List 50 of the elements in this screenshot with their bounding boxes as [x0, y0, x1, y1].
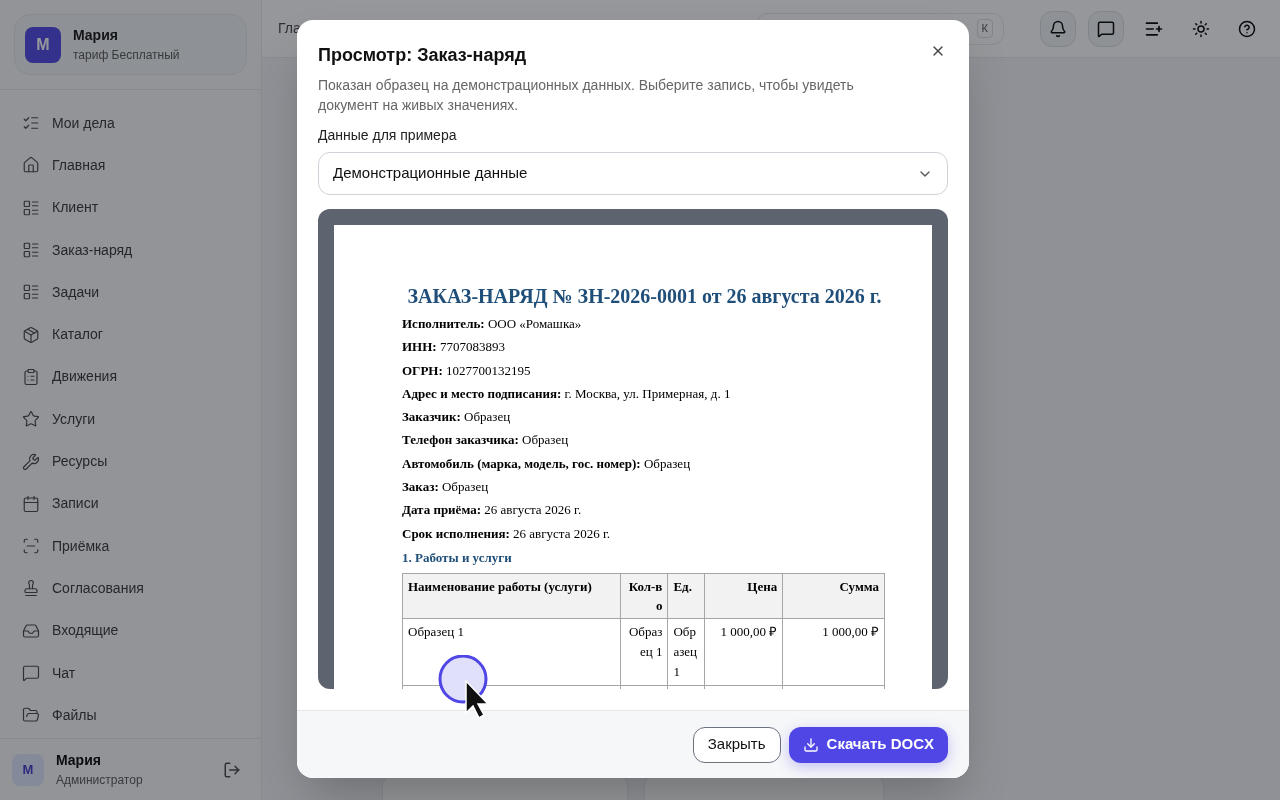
sidebar-item[interactable]: Движения — [12, 355, 249, 399]
avatar: М — [12, 753, 44, 786]
sidebar-item[interactable]: Чат — [12, 651, 249, 695]
close-button[interactable]: Закрыть — [692, 726, 781, 763]
select-field[interactable]: Демонстрационные данные — [318, 152, 948, 195]
profile-name: Мария — [73, 26, 119, 45]
document-field: Исполнитель: ООО «Ромашка» — [402, 312, 887, 336]
sidebar-item[interactable]: Приёмка — [12, 524, 249, 568]
table-cell: Образец 1 — [620, 618, 668, 686]
sidebar-item[interactable]: Согласования — [12, 567, 249, 610]
sidebar-item[interactable]: Записи — [12, 482, 249, 525]
sidebar-item[interactable]: Заказ-наряд — [12, 228, 249, 272]
sidebar-item[interactable]: Главная — [12, 144, 249, 187]
document-title: ЗАКАЗ-НАРЯД № ЗН-2026-0001 от 26 августа 2026 г. — [406, 284, 883, 310]
table-header: Ед. — [667, 573, 705, 619]
plan-label: тариф Бесплатный — [73, 47, 180, 64]
table-header: Цена — [704, 573, 783, 619]
document-field: ОГРН: 1027700132195 — [402, 358, 887, 382]
document-field: Телефон заказчика: Образец — [402, 428, 887, 452]
user-role: Администратор — [56, 772, 144, 789]
sidebar-item[interactable]: Мои дела — [12, 102, 249, 145]
table-header: Наименование работы (услуги) — [402, 573, 621, 619]
document-field: Автомобиль (марка, модель, гос. номер): Образец — [402, 451, 887, 476]
dialog-title: Просмотр: Заказ-наряд — [318, 44, 527, 67]
table-cell: Образец 1 — [667, 618, 705, 686]
table-header: Кол-во — [620, 573, 668, 619]
sidebar-item[interactable]: Каталог — [12, 313, 249, 356]
section-title: 1. Работы и услуги — [402, 548, 513, 567]
sidebar-item[interactable]: Услуги — [12, 398, 249, 441]
document-field: Заказ: Образец — [402, 475, 887, 499]
dialog-description: Показан образец на демонстрационных данных. Выберите запись, чтобы увидеть документ на живых значениях. — [318, 76, 855, 115]
document-field: Срок исполнения: 26 августа 2026 г. — [402, 521, 887, 545]
document-field: Дата приёма: 26 августа 2026 г. — [402, 498, 887, 522]
sidebar-item[interactable]: Входящие — [12, 609, 249, 652]
download-button[interactable]: Скачать DOCX — [788, 726, 948, 763]
document-field: Адрес и место подписания: г. Москва, ул. Примерная, д. 1 — [402, 381, 887, 406]
sidebar-item[interactable]: Задачи — [12, 271, 249, 314]
user-name: Мария — [56, 751, 102, 770]
document-field: Заказчик: Образец — [402, 405, 887, 429]
avatar: М — [25, 26, 61, 63]
sidebar-item[interactable]: Ресурсы — [12, 440, 249, 483]
table-cell: 1 000,00 ₽ — [704, 618, 783, 686]
field-label: Данные для примера — [318, 126, 458, 145]
sidebar-item[interactable]: Файлы — [12, 694, 249, 737]
profile-card[interactable]: М Мария тариф Бесплатный — [14, 14, 247, 75]
table-header: Сумма — [782, 573, 885, 619]
shortcut-key: К — [976, 19, 993, 38]
table-cell: 1 000,00 ₽ — [782, 618, 885, 686]
sidebar-item[interactable]: Клиент — [12, 186, 249, 229]
document-field: ИНН: 7707083893 — [402, 335, 887, 359]
